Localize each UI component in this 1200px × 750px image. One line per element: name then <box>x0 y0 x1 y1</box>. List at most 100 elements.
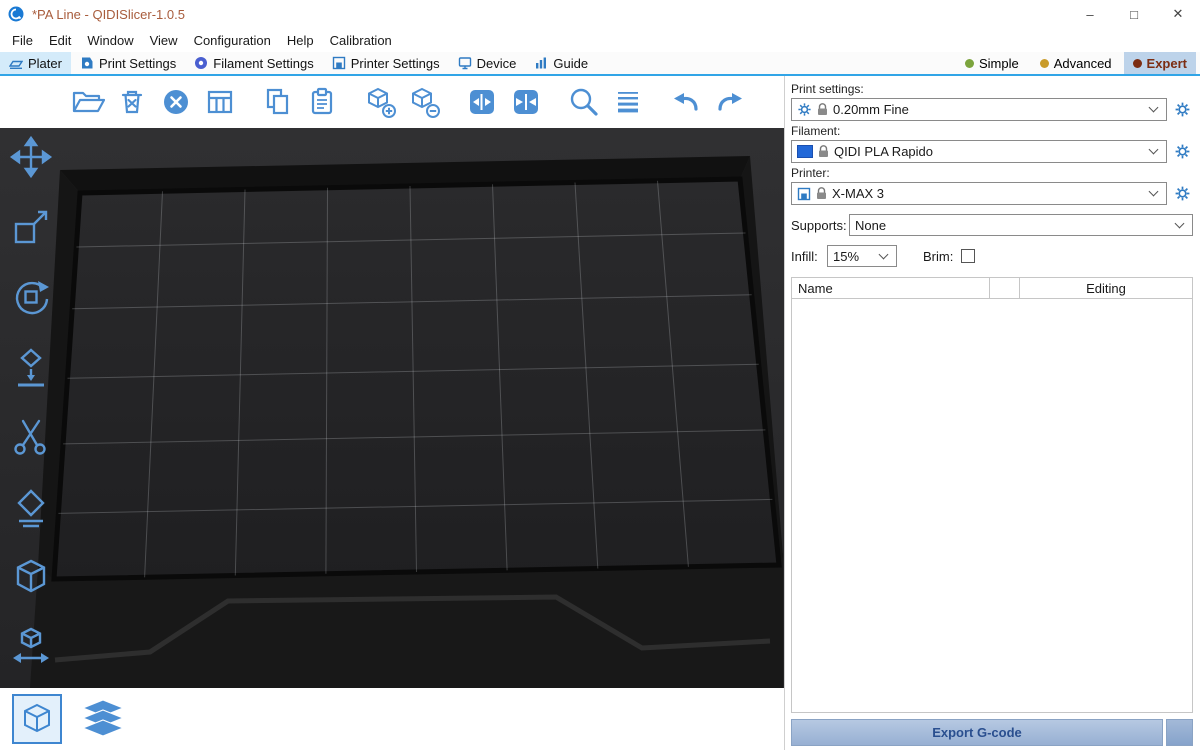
print-settings-icon <box>80 56 94 70</box>
filament-row: QIDI PLA Rapido <box>791 140 1193 163</box>
tab-plater[interactable]: Plater <box>0 52 71 74</box>
tab-filament-settings[interactable]: Filament Settings <box>185 52 322 74</box>
minimize-button[interactable]: – <box>1068 0 1112 28</box>
menu-view[interactable]: View <box>142 28 186 52</box>
delete-button[interactable] <box>114 84 150 120</box>
printer-label: Printer: <box>791 166 1193 180</box>
cube-width-arrows-icon <box>9 625 53 669</box>
editor-view-button[interactable] <box>12 694 62 744</box>
plater-toolbar <box>0 76 784 128</box>
undo-icon <box>669 85 703 119</box>
scene-3d[interactable] <box>0 128 784 688</box>
menu-help[interactable]: Help <box>279 28 322 52</box>
maximize-button[interactable]: □ <box>1112 0 1156 28</box>
cut-scissors-icon <box>9 415 53 459</box>
menu-window[interactable]: Window <box>79 28 141 52</box>
place-on-face-button[interactable] <box>6 342 56 392</box>
close-button[interactable]: ✕ <box>1156 0 1200 28</box>
tab-label: Device <box>477 56 517 71</box>
measure-cube-icon <box>9 555 53 599</box>
infill-combo[interactable]: 15% <box>827 245 897 267</box>
simple-mode-dot-icon <box>965 59 974 68</box>
rotate-button[interactable] <box>6 272 56 322</box>
device-icon <box>458 56 472 70</box>
remove-instance-icon <box>407 85 441 119</box>
filament-label: Filament: <box>791 124 1193 138</box>
lock-icon <box>817 103 828 116</box>
move-button[interactable] <box>6 132 56 182</box>
mode-label: Expert <box>1147 56 1187 71</box>
arrange-button[interactable] <box>202 84 238 120</box>
copy-icon <box>261 85 295 119</box>
infill-row: Infill: 15% Brim: <box>791 245 1193 267</box>
delete-all-button[interactable] <box>158 84 194 120</box>
tab-label: Print Settings <box>99 56 176 71</box>
menu-file[interactable]: File <box>4 28 41 52</box>
chevron-down-icon <box>1175 218 1185 228</box>
scale-button[interactable] <box>6 202 56 252</box>
tab-printer-settings[interactable]: Printer Settings <box>323 52 449 74</box>
preview-layers-button[interactable] <box>78 694 128 744</box>
print-settings-gear-button[interactable] <box>1171 99 1193 121</box>
scale-icon <box>9 205 53 249</box>
open-button[interactable] <box>70 84 106 120</box>
cut-button[interactable] <box>6 412 56 462</box>
remove-instance-button[interactable] <box>406 84 442 120</box>
measure-button[interactable] <box>6 552 56 602</box>
paste-button[interactable] <box>304 84 340 120</box>
chevron-down-icon <box>1149 145 1159 155</box>
seam-button[interactable] <box>6 482 56 532</box>
app-logo-icon <box>8 6 24 22</box>
mode-expert[interactable]: Expert <box>1124 52 1196 74</box>
tab-guide[interactable]: Guide <box>525 52 597 74</box>
trash-icon <box>115 85 149 119</box>
add-instance-icon <box>363 85 397 119</box>
printer-value: X-MAX 3 <box>832 186 884 201</box>
menu-configuration[interactable]: Configuration <box>186 28 279 52</box>
export-options-button[interactable] <box>1166 719 1193 746</box>
printer-gear-button[interactable] <box>1171 183 1193 205</box>
redo-button[interactable] <box>712 84 748 120</box>
view-switcher-bar <box>0 688 784 750</box>
supports-value: None <box>855 218 886 233</box>
mode-advanced[interactable]: Advanced <box>1031 52 1121 74</box>
tab-print-settings[interactable]: Print Settings <box>71 52 185 74</box>
supports-combo[interactable]: None <box>849 214 1193 236</box>
tab-device[interactable]: Device <box>449 52 526 74</box>
split-to-parts-button[interactable] <box>508 84 544 120</box>
print-bed <box>0 128 784 688</box>
print-settings-value: 0.20mm Fine <box>833 102 909 117</box>
infill-label: Infill: <box>791 249 827 264</box>
copy-button[interactable] <box>260 84 296 120</box>
export-gcode-button[interactable]: Export G-code <box>791 719 1163 746</box>
main-area: Print settings: 0.20mm Fine Filament: QI… <box>0 76 1200 750</box>
undo-button[interactable] <box>668 84 704 120</box>
brim-label: Brim: <box>923 249 953 264</box>
brim-checkbox[interactable] <box>961 249 975 263</box>
print-settings-combo[interactable]: 0.20mm Fine <box>791 98 1167 121</box>
printer-row: X-MAX 3 <box>791 182 1193 205</box>
printer-settings-icon <box>332 56 346 70</box>
paste-icon <box>305 85 339 119</box>
menu-edit[interactable]: Edit <box>41 28 79 52</box>
filament-gear-button[interactable] <box>1171 141 1193 163</box>
window-title: *PA Line - QIDISlicer-1.0.5 <box>32 7 185 22</box>
add-instance-button[interactable] <box>362 84 398 120</box>
mode-simple[interactable]: Simple <box>956 52 1028 74</box>
tab-label: Printer Settings <box>351 56 440 71</box>
supports-label: Supports: <box>791 218 849 233</box>
assembly-button[interactable] <box>6 622 56 672</box>
menubar: File Edit Window View Configuration Help… <box>0 28 1200 52</box>
printer-combo[interactable]: X-MAX 3 <box>791 182 1167 205</box>
variable-layer-height-button[interactable] <box>610 84 646 120</box>
filament-combo[interactable]: QIDI PLA Rapido <box>791 140 1167 163</box>
split-to-objects-button[interactable] <box>464 84 500 120</box>
menu-calibration[interactable]: Calibration <box>322 28 400 52</box>
tab-label: Guide <box>553 56 588 71</box>
layer-lines-icon <box>611 85 645 119</box>
search-button[interactable] <box>566 84 602 120</box>
filament-color-swatch <box>797 145 813 158</box>
app-window: *PA Line - QIDISlicer-1.0.5 – □ ✕ File E… <box>0 0 1200 750</box>
lock-icon <box>816 187 827 200</box>
object-list-body[interactable] <box>791 299 1193 713</box>
